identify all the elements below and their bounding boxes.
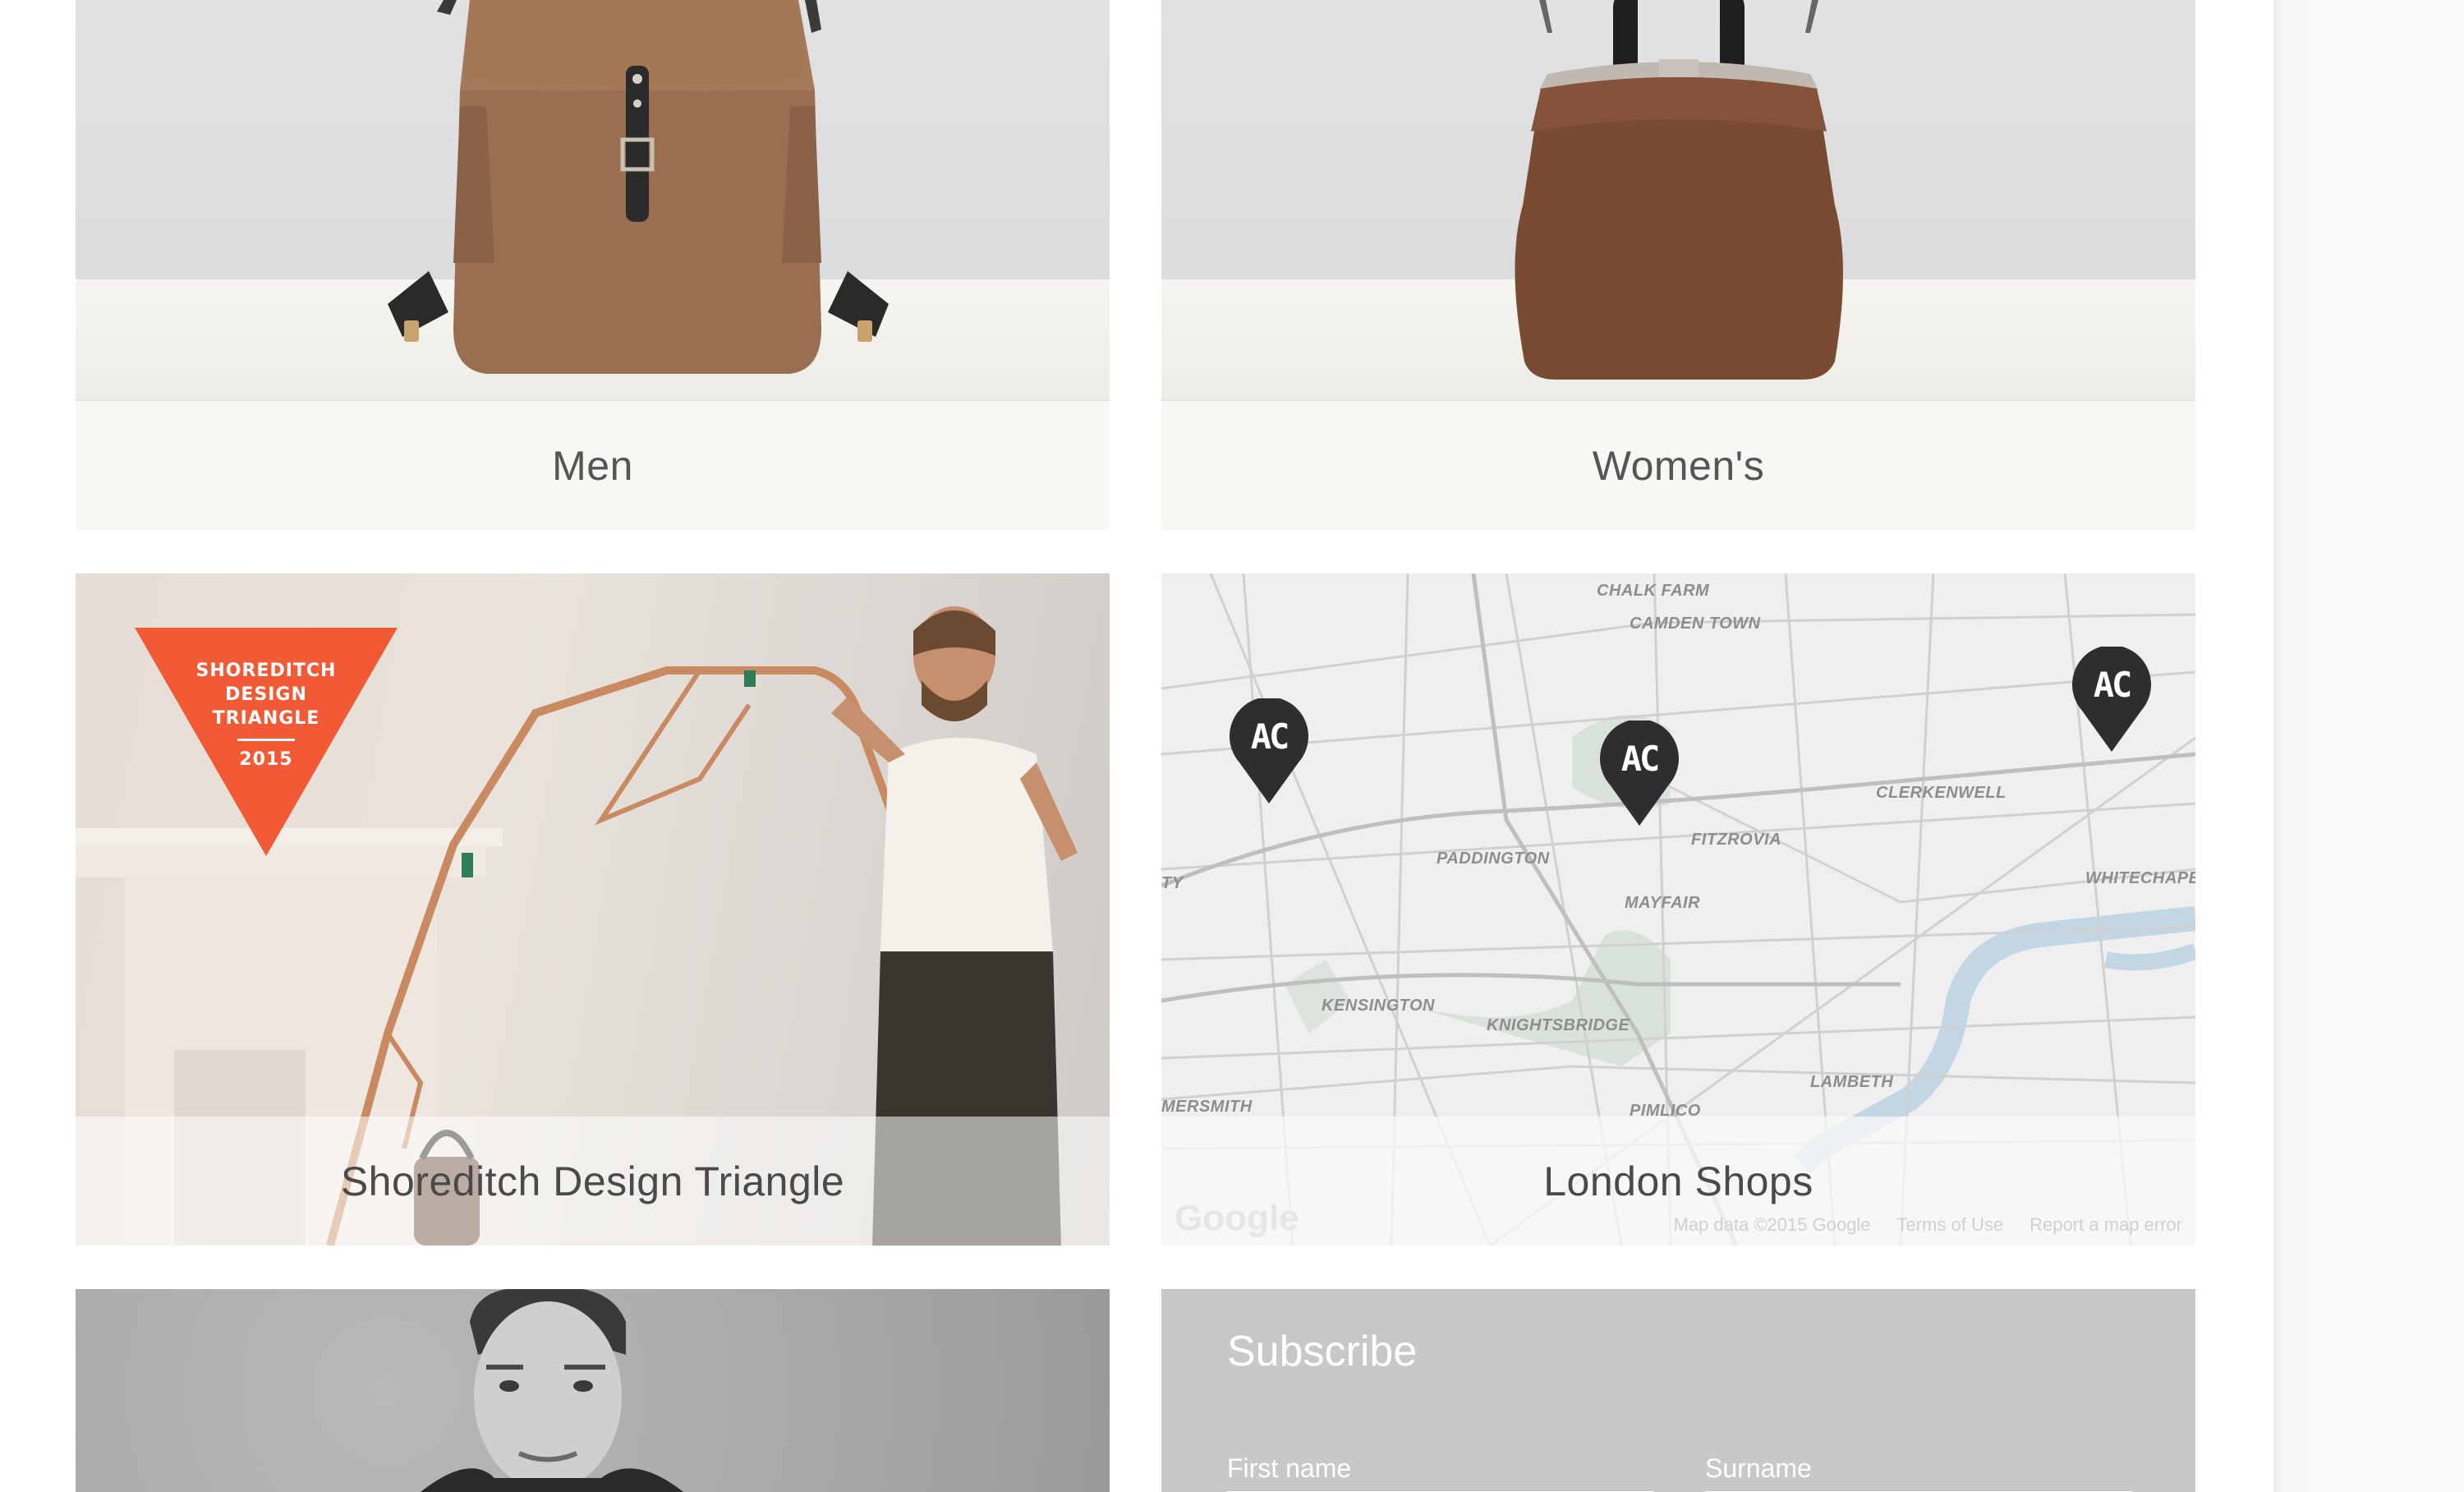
badge-year: 2015	[239, 749, 293, 770]
map-label-whitechapel: WHITECHAPE	[2085, 869, 2195, 887]
map-label-camden-town: CAMDEN TOWN	[1630, 615, 1761, 633]
badge-line-2: DESIGN	[225, 684, 307, 705]
shoreditch-design-triangle-tile[interactable]: SHOREDITCH DESIGN TRIANGLE 2015 Shoredit…	[76, 573, 1110, 1246]
map-pin-3[interactable]: AC	[2071, 645, 2153, 753]
map-label-clerkenwell: CLERKENWELL	[1876, 784, 2007, 802]
backpack-image	[388, 0, 889, 374]
map-label-hammersmith: MERSMITH	[1161, 1098, 1253, 1116]
terms-of-use-link[interactable]: Terms of Use	[1897, 1214, 2004, 1236]
map-label-chalk-farm: CHALK FARM	[1597, 582, 1710, 600]
map-label-mayfair: MAYFAIR	[1625, 894, 1701, 912]
map-label-city: TY	[1161, 874, 1184, 892]
category-tile-womens[interactable]: Women's	[1161, 0, 2195, 530]
map-attribution: Map data ©2015 Google Terms of Use Repor…	[1674, 1214, 2183, 1236]
map-pin-2-text: AC	[1620, 739, 1661, 779]
content-area: Men Women's SHOREDITCH DESIGN TRIANGLE 2…	[0, 0, 2273, 1492]
map-label-kensington: KENSINGTON	[1322, 997, 1435, 1015]
map-label-lambeth: LAMBETH	[1810, 1073, 1894, 1091]
category-tile-men[interactable]: Men	[76, 0, 1110, 530]
report-map-error-link[interactable]: Report a map error	[2030, 1214, 2182, 1236]
subscribe-title: Subscribe	[1227, 1328, 1418, 1375]
right-gutter	[2273, 0, 2464, 1492]
map-pin-1[interactable]: AC	[1228, 697, 1310, 805]
badge-line-1: SHOREDITCH	[195, 661, 337, 681]
category-label-men: Men	[76, 401, 1110, 530]
map-pin-2[interactable]: AC	[1598, 719, 1680, 827]
map-pin-1-text: AC	[1250, 716, 1290, 757]
page: Men Women's SHOREDITCH DESIGN TRIANGLE 2…	[0, 0, 2464, 1492]
london-shops-map-tile[interactable]: CHALK FARM CAMDEN TOWN CLERKENWELL WHITE…	[1161, 573, 2195, 1246]
surname-label: Surname	[1705, 1453, 1812, 1483]
shoreditch-label: Shoreditch Design Triangle	[76, 1117, 1110, 1246]
google-logo[interactable]: Google	[1175, 1198, 1299, 1239]
map-data-credit: Map data ©2015 Google	[1673, 1214, 1871, 1235]
map-label-knightsbridge: KNIGHTSBRIDGE	[1487, 1016, 1630, 1034]
portrait-tile[interactable]	[76, 1289, 1110, 1492]
portrait-image	[421, 1289, 683, 1492]
shoreditch-badge: SHOREDITCH DESIGN TRIANGLE 2015	[135, 628, 398, 856]
map-pin-3-text: AC	[2093, 665, 2133, 705]
map-label-fitzrovia: FITZROVIA	[1691, 831, 1782, 849]
first-name-label: First name	[1227, 1453, 1352, 1483]
category-label-womens: Women's	[1161, 401, 2195, 530]
subscribe-panel: Subscribe First name Surname	[1161, 1289, 2195, 1492]
map-label-paddington: PADDINGTON	[1437, 850, 1550, 868]
handbag-image	[1515, 0, 1843, 380]
badge-line-3: TRIANGLE	[212, 708, 320, 729]
